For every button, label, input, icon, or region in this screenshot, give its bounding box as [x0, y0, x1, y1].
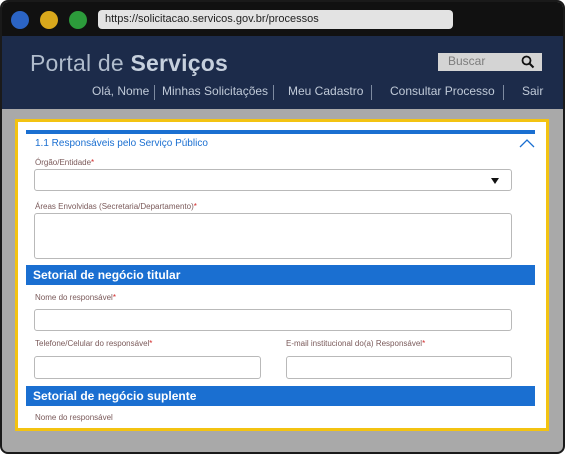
chevron-up-icon[interactable] [519, 139, 535, 148]
portal-title[interactable]: Portal de Serviços [30, 50, 228, 77]
browser-window: https://solicitacao.servicos.gov.br/proc… [0, 0, 565, 454]
address-bar[interactable]: https://solicitacao.servicos.gov.br/proc… [98, 10, 453, 29]
search-icon[interactable] [521, 55, 535, 69]
form-panel: 1.1 Responsáveis pelo Serviço Público Ór… [15, 119, 549, 431]
suplente-nome-label: Nome do responsável [35, 413, 113, 422]
titular-nome-label: Nome do responsável* [35, 293, 116, 302]
nav-minhas-solicitacoes[interactable]: Minhas Solicitações [162, 84, 268, 98]
suplente-heading: Setorial de negócio suplente [26, 386, 535, 406]
nav-meu-cadastro[interactable]: Meu Cadastro [288, 84, 363, 98]
site-header: Portal de Serviços Buscar Olá, Nome Minh… [2, 36, 563, 109]
nav-consultar-processo[interactable]: Consultar Processo [390, 84, 495, 98]
orgao-label: Órgão/Entidade* [35, 158, 94, 167]
titular-nome-label-text: Nome do responsável [35, 293, 113, 302]
required-mark: * [112, 293, 116, 302]
titular-telefone-field[interactable] [34, 356, 261, 379]
caret-down-icon [491, 178, 499, 184]
orgao-label-text: Órgão/Entidade [35, 158, 92, 167]
search-box[interactable]: Buscar [438, 53, 542, 71]
required-mark: * [91, 158, 95, 167]
window-maximize-dot[interactable] [69, 11, 87, 29]
nav-sair[interactable]: Sair [522, 84, 543, 98]
browser-chrome: https://solicitacao.servicos.gov.br/proc… [2, 2, 563, 36]
main-nav: Olá, Nome Minhas Solicitações Meu Cadast… [2, 84, 563, 102]
section-title[interactable]: 1.1 Responsáveis pelo Serviço Público [35, 138, 208, 149]
nav-divider [273, 85, 274, 100]
search-input[interactable]: Buscar [448, 54, 485, 68]
titular-email-label: E-mail institucional do(a) Responsável* [286, 339, 425, 348]
titular-nome-field[interactable] [34, 309, 512, 331]
section-top-bar [26, 130, 535, 134]
suplente-nome-label-text: Nome do responsável [35, 413, 113, 422]
titular-telefone-label-text: Telefone/Celular do responsável [35, 339, 150, 348]
titular-heading: Setorial de negócio titular [26, 265, 535, 285]
window-close-dot[interactable] [11, 11, 29, 29]
orgao-select[interactable] [34, 169, 512, 191]
required-mark: * [149, 339, 153, 348]
portal-title-emphasis: Serviços [130, 50, 228, 76]
areas-textarea[interactable] [34, 213, 512, 259]
required-mark: * [422, 339, 426, 348]
portal-title-prefix: Portal de [30, 50, 131, 76]
titular-email-field[interactable] [286, 356, 512, 379]
nav-user-greeting[interactable]: Olá, Nome [92, 84, 149, 98]
nav-divider [154, 85, 155, 100]
titular-email-label-text: E-mail institucional do(a) Responsável [286, 339, 423, 348]
required-mark: * [193, 202, 197, 211]
areas-label-text: Áreas Envolvidas (Secretaria/Departament… [35, 202, 194, 211]
titular-telefone-label: Telefone/Celular do responsável* [35, 339, 152, 348]
window-minimize-dot[interactable] [40, 11, 58, 29]
areas-label: Áreas Envolvidas (Secretaria/Departament… [35, 202, 197, 211]
nav-divider [503, 85, 504, 100]
nav-divider [371, 85, 372, 100]
